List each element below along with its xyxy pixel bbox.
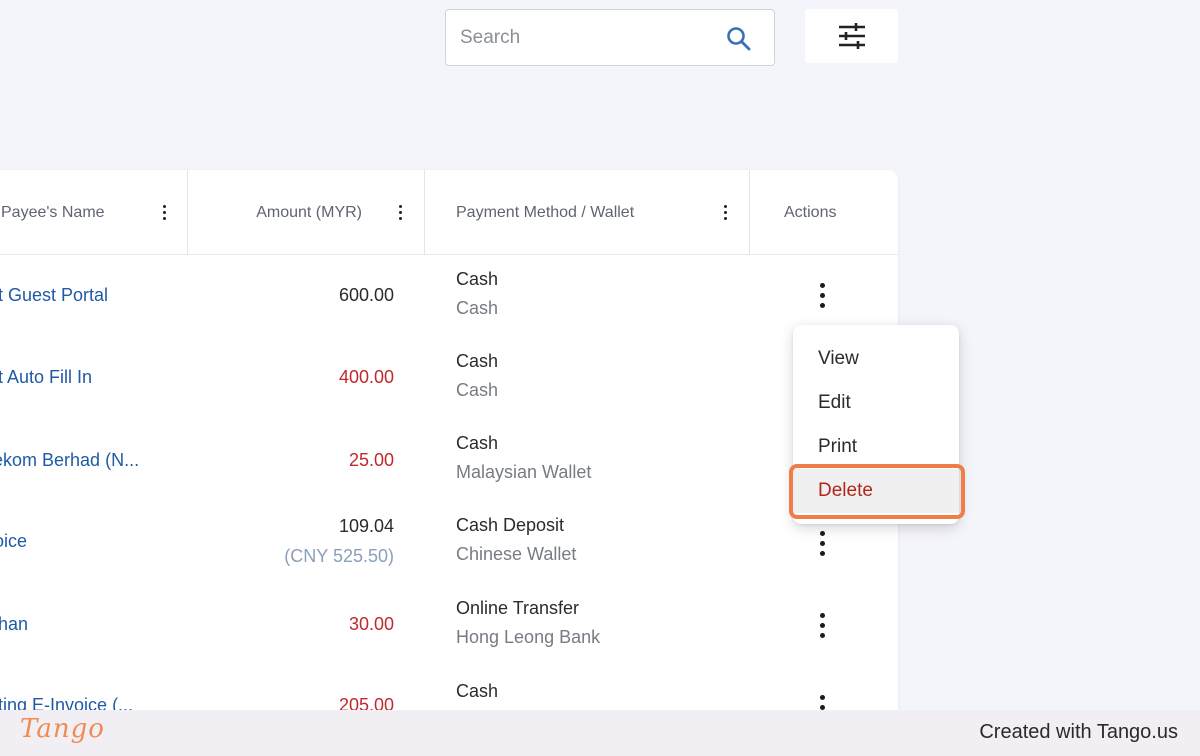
step-highlight-box [789, 464, 965, 519]
payee-link[interactable]: Invoice [0, 531, 170, 552]
table-row: Nathan 30.00 Online Transfer Hong Leong … [0, 583, 898, 665]
payment-method-cell: Cash Deposit Chinese Wallet [456, 515, 576, 565]
column-header-payment-method[interactable]: Payment Method / Wallet [456, 170, 716, 255]
payment-method-cell: Cash Malaysian Wallet [456, 433, 591, 483]
row-actions-kebab-icon[interactable] [820, 613, 828, 641]
created-with-text: Created with Tango.us [979, 721, 1178, 743]
amount-value: 109.04 [338, 516, 394, 536]
amount-value: 30.00 [348, 614, 394, 634]
row-actions-kebab-icon[interactable] [820, 531, 828, 559]
wallet-name: Hong Leong Bank [456, 627, 601, 647]
payment-method-cell: Cash [456, 681, 498, 710]
payment-method-cell: Cash Cash [456, 351, 498, 401]
menu-item-edit[interactable]: Edit [793, 381, 959, 425]
search-input[interactable] [460, 24, 710, 52]
payee-link[interactable]: Telekom Berhad (N... [0, 450, 170, 471]
table-header: Payee's Name Amount (MYR) Payment Method… [0, 170, 898, 255]
column-menu-icon[interactable] [398, 205, 404, 221]
filter-sliders-icon [839, 23, 865, 49]
payments-table: Payee's Name Amount (MYR) Payment Method… [0, 170, 898, 730]
table-row: Invoice 109.04 (CNY 525.50) Cash Deposit… [0, 501, 898, 583]
row-actions-kebab-icon[interactable] [820, 283, 828, 311]
amount-value: 400.00 [338, 367, 394, 387]
column-divider [749, 170, 750, 255]
table-row: Telekom Berhad (N... 25.00 Cash Malaysia… [0, 419, 898, 501]
wallet-name: Malaysian Wallet [456, 462, 592, 482]
table-row: Test Guest Portal 600.00 Cash Cash [0, 255, 898, 337]
payee-link[interactable]: Test Auto Fill In [0, 367, 170, 388]
screen: Payee's Name Amount (MYR) Payment Method… [0, 0, 1200, 756]
column-divider [424, 170, 425, 255]
amount-value: 600.00 [338, 285, 394, 305]
column-header-amount[interactable]: Amount (MYR) [188, 170, 424, 255]
payee-link[interactable]: Test Guest Portal [0, 285, 170, 306]
column-menu-icon[interactable] [162, 205, 168, 221]
table-row: Test Auto Fill In 400.00 Cash Cash [0, 337, 898, 419]
payment-method: Cash [456, 433, 499, 453]
column-header-actions: Actions [784, 203, 837, 221]
tango-footer: Tango Created with Tango.us [0, 710, 1200, 756]
wallet-name: Chinese Wallet [456, 544, 577, 564]
payment-method: Cash [456, 351, 499, 371]
wallet-name: Cash [456, 380, 499, 400]
payment-method: Online Transfer [456, 598, 580, 618]
column-menu-icon[interactable] [723, 205, 729, 221]
wallet-name: Cash [456, 298, 499, 318]
payment-method-cell: Cash Cash [456, 269, 498, 319]
payment-method: Cash [456, 269, 499, 289]
amount-foreign-currency: (CNY 525.50) [284, 546, 394, 566]
menu-item-view[interactable]: View [793, 337, 959, 381]
search-icon[interactable] [726, 26, 752, 52]
payment-method: Cash [456, 681, 499, 701]
payment-method: Cash Deposit [456, 515, 565, 535]
column-header-payee[interactable]: Payee's Name [0, 170, 185, 255]
payee-link[interactable]: Nathan [0, 614, 170, 635]
menu-item-print[interactable]: Print [793, 425, 959, 469]
payment-method-cell: Online Transfer Hong Leong Bank [456, 598, 600, 648]
amount-value: 25.00 [348, 450, 394, 470]
filter-button[interactable] [805, 9, 898, 63]
tango-logo: Tango [20, 714, 105, 744]
